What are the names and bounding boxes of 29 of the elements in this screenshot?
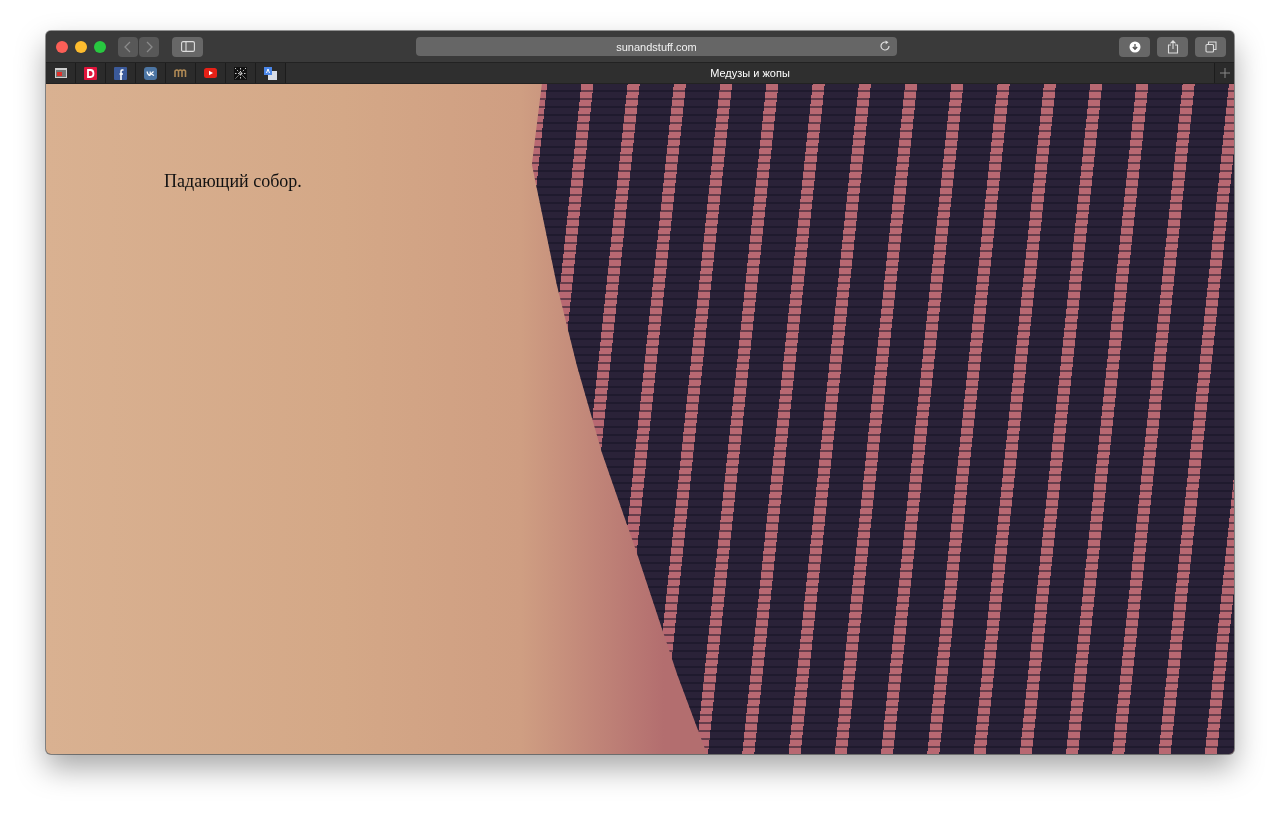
close-button[interactable] xyxy=(56,40,68,53)
sidebar-button[interactable] xyxy=(172,36,203,57)
browser-tab[interactable]: Медузы и жопы xyxy=(286,63,1214,83)
letter-logo-icon xyxy=(84,66,97,80)
translate-icon xyxy=(264,66,277,80)
sidebar-icon xyxy=(180,41,195,52)
share-button[interactable] xyxy=(1157,36,1188,57)
address-bar[interactable]: sunandstuff.com xyxy=(416,37,897,56)
reload-icon[interactable] xyxy=(879,40,891,52)
window-icon xyxy=(54,68,67,78)
chevron-right-icon xyxy=(145,40,153,53)
letter-logo-icon xyxy=(173,68,188,78)
forward-button[interactable] xyxy=(139,36,159,57)
plus-icon xyxy=(1219,68,1230,78)
minimize-button[interactable] xyxy=(75,40,87,53)
share-icon xyxy=(1166,39,1179,54)
pattern-icon xyxy=(234,66,247,80)
tabs-icon xyxy=(1204,40,1217,53)
downloads-button[interactable] xyxy=(1119,36,1150,57)
play-icon xyxy=(204,68,217,78)
zoom-button[interactable] xyxy=(94,40,106,53)
back-button[interactable] xyxy=(118,36,138,57)
download-icon xyxy=(1128,40,1141,53)
social-icon xyxy=(114,66,127,80)
tabs-overview-button[interactable] xyxy=(1195,36,1226,57)
caption-text: Падающий собор. xyxy=(164,171,302,192)
chevron-left-icon xyxy=(124,40,132,53)
url-text: sunandstuff.com xyxy=(616,40,697,53)
social-icon xyxy=(144,66,157,80)
